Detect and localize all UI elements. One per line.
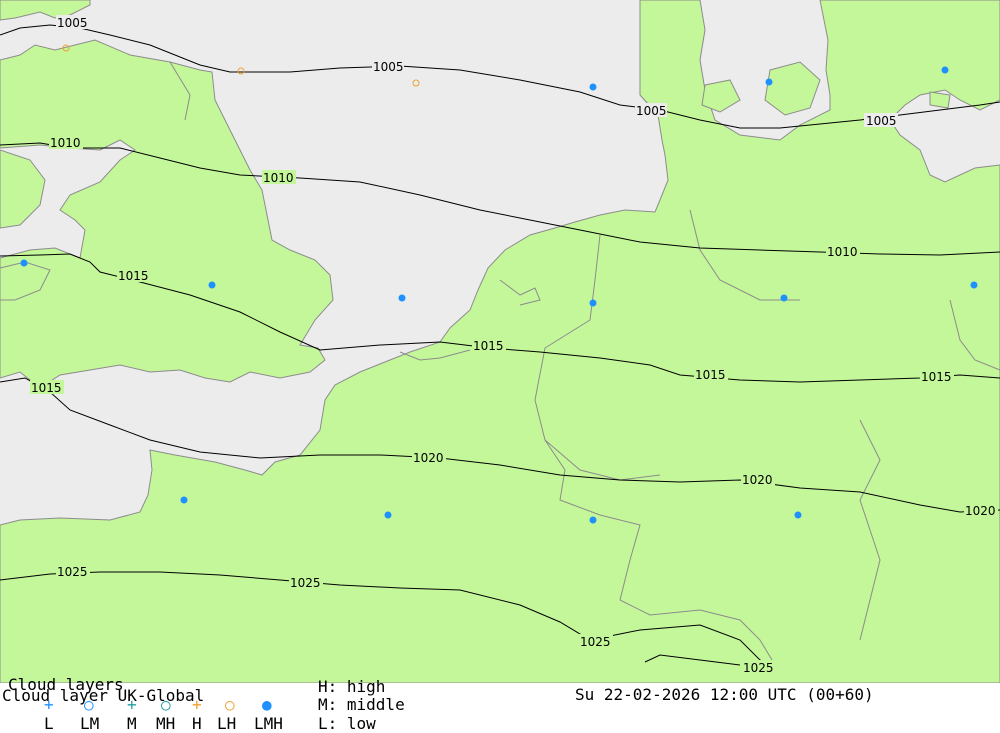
all-layers-cloud-icon: ● bbox=[262, 695, 272, 714]
isobar-label: 1005 bbox=[636, 104, 667, 118]
isobar-label: 1005 bbox=[373, 60, 404, 74]
cloud-lmh-marker bbox=[970, 281, 978, 289]
land-danish-island-2 bbox=[701, 79, 741, 113]
legend-product: Cloud layer UK-Global bbox=[2, 686, 205, 705]
cloud-lmh-marker bbox=[208, 281, 216, 289]
low-middle-cloud-icon: ○ bbox=[84, 695, 94, 714]
cloud-lmh-marker bbox=[941, 66, 949, 74]
cloud-lmh-marker bbox=[780, 294, 788, 302]
legend-level-low: L: low bbox=[318, 714, 376, 733]
land-danish-island-1 bbox=[764, 61, 821, 116]
legend-key-mh: MH bbox=[156, 714, 176, 733]
map-canvas: 1005 1005 1005 1005 1010 1010 1010 1015 … bbox=[0, 0, 1000, 683]
legend-level-middle: M: middle bbox=[318, 695, 405, 714]
isobar-label: 1005 bbox=[866, 114, 897, 128]
cloud-lmh-marker bbox=[765, 78, 773, 86]
legend-key-lm: LM bbox=[80, 714, 100, 733]
land-danish-island-3 bbox=[929, 91, 951, 109]
isobar-label: 1010 bbox=[50, 136, 81, 150]
isobar-label: 1025 bbox=[743, 661, 774, 675]
cloud-lmh-marker bbox=[384, 511, 392, 519]
middle-high-cloud-icon: ○ bbox=[161, 695, 171, 714]
legend-key-h: H bbox=[192, 714, 202, 733]
isobar-label: 1015 bbox=[695, 368, 726, 382]
isobar-label: 1010 bbox=[827, 245, 858, 259]
land-ireland bbox=[0, 149, 46, 229]
isobar-label: 1025 bbox=[57, 565, 88, 579]
isobar-label: 1020 bbox=[742, 473, 773, 487]
isobar-label: 1020 bbox=[965, 504, 996, 518]
isobar-label: 1025 bbox=[290, 576, 321, 590]
legend-key-m: M bbox=[127, 714, 137, 733]
low-high-cloud-icon: ○ bbox=[225, 695, 235, 714]
legend-level-high: H: high bbox=[318, 677, 386, 696]
forecast-timestamp: Su 22-02-2026 12:00 UTC (00+60) bbox=[575, 685, 874, 704]
cloud-lmh-marker bbox=[794, 511, 802, 519]
cloud-lmh-marker bbox=[180, 496, 188, 504]
isobar-label: 1020 bbox=[413, 451, 444, 465]
legend-key-l: L bbox=[44, 714, 54, 733]
cloud-lmh-marker bbox=[398, 294, 406, 302]
cloud-lmh-marker bbox=[589, 516, 597, 524]
cloud-lmh-marker bbox=[20, 259, 28, 267]
isobar-label: 1015 bbox=[31, 381, 62, 395]
cloud-lmh-marker bbox=[589, 299, 597, 307]
low-cloud-icon: + bbox=[44, 695, 54, 714]
legend-bar: Cloud layers Cloud layer UK-Global + ○ +… bbox=[0, 677, 1000, 733]
isobar-label: 1025 bbox=[580, 635, 611, 649]
cloud-h-marker bbox=[412, 79, 420, 87]
high-cloud-icon: + bbox=[192, 695, 202, 714]
cloud-h-marker bbox=[237, 67, 245, 75]
legend-key-lh: LH bbox=[217, 714, 237, 733]
cloud-lmh-marker bbox=[589, 83, 597, 91]
isobar-label: 1015 bbox=[921, 370, 952, 384]
isobar-label: 1015 bbox=[118, 269, 149, 283]
land-scotland-south bbox=[0, 39, 334, 389]
isobar-label: 1015 bbox=[473, 339, 504, 353]
isobar-label: 1010 bbox=[263, 171, 294, 185]
middle-cloud-icon: + bbox=[127, 695, 137, 714]
weather-map: 1005 1005 1005 1005 1010 1010 1010 1015 … bbox=[0, 0, 1000, 683]
isobar-label: 1005 bbox=[57, 16, 88, 30]
legend-key-lmh: LMH bbox=[254, 714, 283, 733]
